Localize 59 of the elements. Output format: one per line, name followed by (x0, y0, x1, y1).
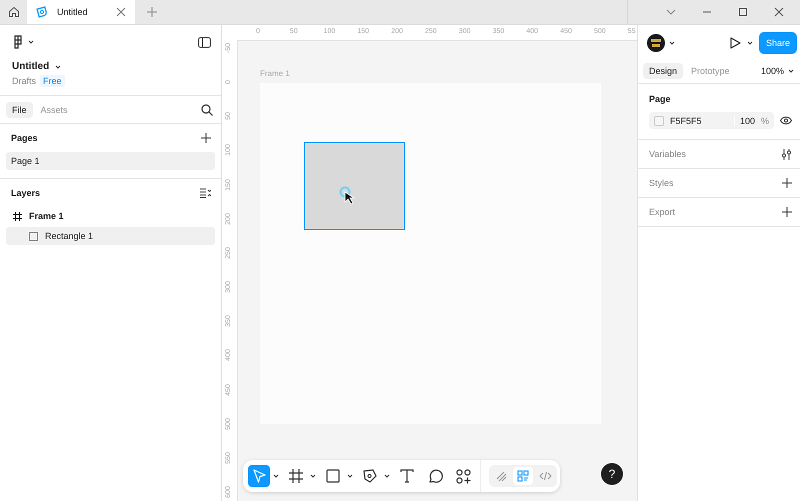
play-icon[interactable] (730, 37, 741, 49)
close-icon[interactable] (774, 7, 784, 17)
section-title: Layers (11, 188, 40, 198)
caret-icon[interactable] (669, 40, 675, 46)
rectangle-icon (326, 469, 340, 483)
new-tab-icon[interactable] (147, 7, 157, 17)
document-tab[interactable]: Untitled (27, 0, 135, 24)
comment-icon (428, 468, 442, 484)
caret-icon[interactable] (273, 473, 279, 479)
file-icon (36, 6, 48, 18)
caret-icon[interactable] (788, 68, 794, 74)
caret-icon[interactable] (310, 473, 316, 479)
caret-icon[interactable] (747, 40, 753, 46)
layer-item[interactable]: Frame 1 (6, 207, 215, 225)
section-title: Variables (649, 149, 686, 159)
panel-tab[interactable]: Design (643, 62, 684, 78)
avatar-icon[interactable] (647, 34, 665, 52)
sliders-icon[interactable] (781, 148, 792, 160)
maximize-icon[interactable] (738, 7, 748, 17)
section-title: Export (649, 207, 676, 217)
layer-item[interactable]: Rectangle 1 (6, 227, 215, 245)
design-icon (517, 470, 529, 482)
rectangle-icon (29, 232, 38, 240)
add-icon[interactable] (782, 178, 792, 188)
caret-icon[interactable] (384, 473, 390, 479)
search-icon[interactable] (201, 104, 213, 116)
color-swatch[interactable] (654, 116, 664, 126)
close-icon[interactable] (116, 7, 126, 17)
section-title: Page (649, 94, 671, 104)
draw-icon (495, 470, 507, 482)
page-item[interactable]: Page 1 (6, 152, 215, 170)
caret-icon[interactable] (347, 473, 353, 479)
location-text[interactable]: Drafts (12, 76, 36, 86)
actions-icon (456, 468, 470, 484)
eye-icon[interactable] (780, 116, 792, 125)
chevron-down-icon[interactable] (666, 7, 676, 17)
sidebar-toggle-icon[interactable] (198, 36, 211, 48)
cursor-icon (339, 186, 357, 206)
pointer-icon (251, 468, 267, 484)
panel-tab[interactable]: File (6, 102, 33, 118)
home-icon (8, 6, 20, 18)
add-icon[interactable] (782, 207, 792, 217)
help-button[interactable]: ? (601, 463, 623, 485)
logo-icon[interactable] (12, 35, 24, 49)
text-icon (400, 469, 414, 483)
section-title: Pages (11, 133, 38, 143)
frame-icon (289, 469, 303, 483)
code-icon (538, 471, 552, 481)
caret-icon[interactable] (28, 39, 34, 45)
caret-icon[interactable] (55, 64, 62, 70)
frame-icon (13, 212, 22, 220)
section-title: Styles (649, 178, 674, 188)
add-icon[interactable] (201, 133, 211, 143)
list-icon[interactable] (200, 188, 211, 198)
pen-icon (362, 468, 378, 484)
file-name[interactable]: Untitled (12, 61, 50, 72)
page-color-field[interactable]: F5F5F5 100 % (649, 112, 774, 129)
zoom-level[interactable]: 100% (760, 66, 784, 76)
mode-button[interactable] (513, 467, 533, 485)
